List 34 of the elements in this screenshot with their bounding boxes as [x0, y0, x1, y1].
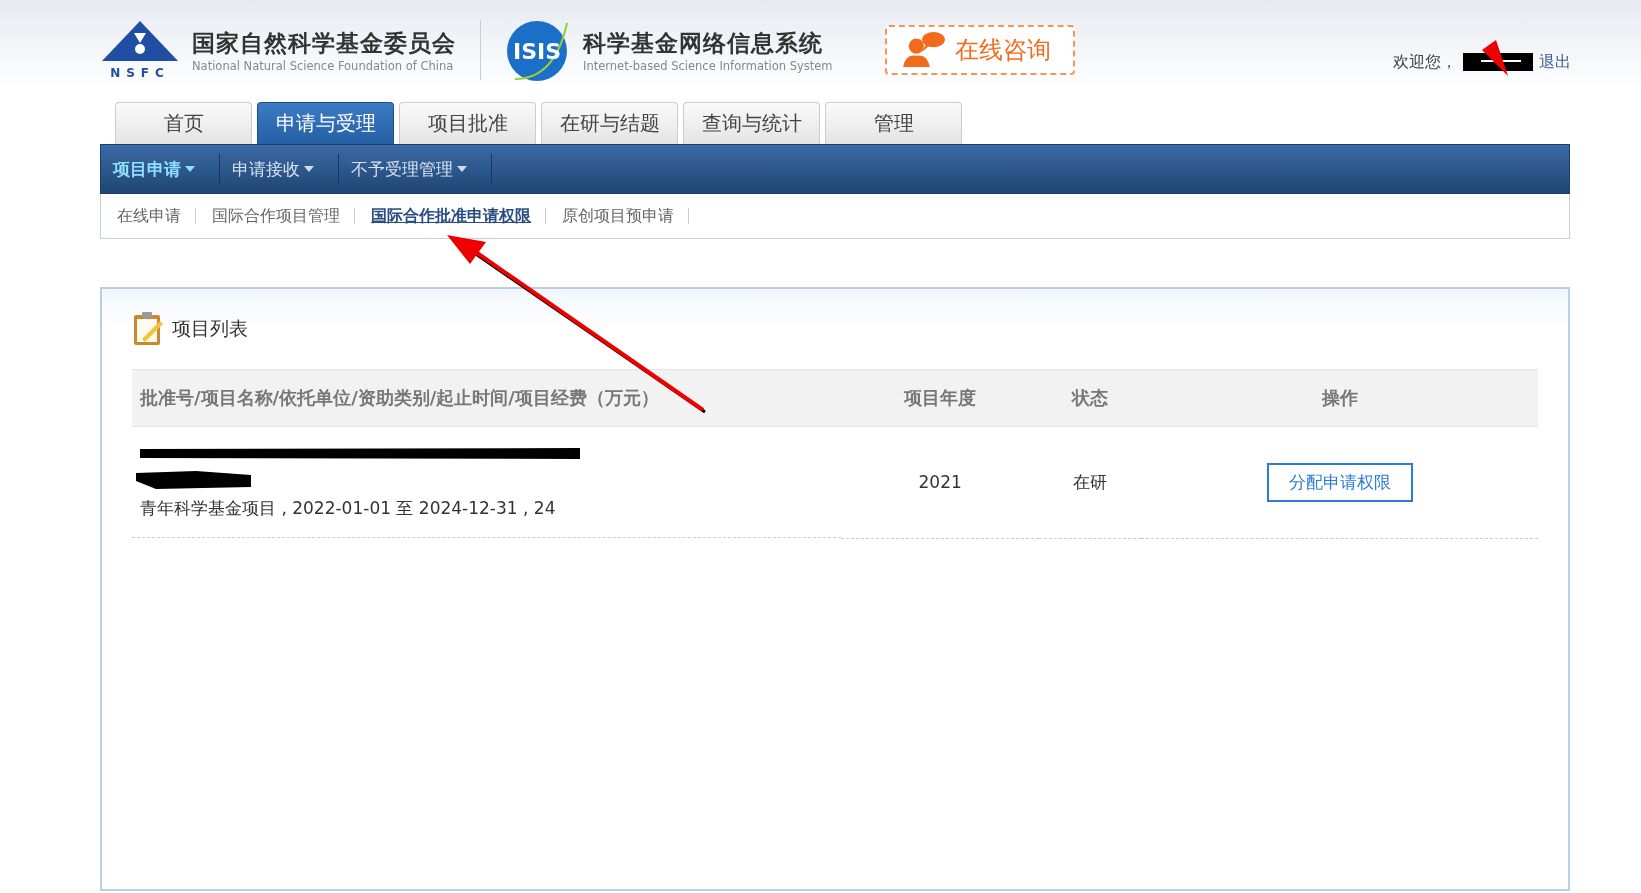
submenu-link[interactable]: 国际合作项目管理	[210, 205, 354, 227]
menu-item[interactable]: 项目申请	[101, 157, 219, 181]
org-name-english: National Natural Science Foundation of China	[192, 58, 455, 73]
column-header: 项目年度	[904, 387, 977, 408]
nav-tab[interactable]: 首页	[115, 102, 252, 144]
assign-permission-button[interactable]: 分配申请权限	[1266, 462, 1413, 502]
caret-icon	[185, 166, 195, 172]
nav-tab[interactable]: 查询与统计	[683, 102, 820, 144]
logout-link[interactable]: 退出	[1539, 51, 1571, 73]
nav-tab[interactable]: 管理	[825, 102, 962, 144]
system-name: 科学基金网络信息系统	[583, 28, 824, 58]
nav-tab[interactable]: 项目批准	[399, 102, 536, 144]
person-speech-icon	[900, 31, 947, 69]
panel-title: 项目列表	[172, 316, 248, 341]
column-header: 状态	[1072, 387, 1109, 408]
annotation-arrow	[1482, 40, 1508, 76]
column-header: 操作	[1321, 387, 1358, 408]
table-cell: 在研	[1073, 471, 1108, 492]
menu-item[interactable]: 不予受理管理	[339, 157, 491, 181]
welcome-text: 欢迎您，	[1393, 51, 1457, 73]
submenu-link[interactable]: 国际合作批准申请权限	[369, 205, 545, 227]
project-details: 青年科学基金项目 , 2022-01-01 至 2024-12-31 , 24	[140, 496, 557, 520]
menu-item[interactable]: 申请接收	[220, 157, 338, 181]
org-name: 国家自然科学基金委员会	[192, 28, 456, 58]
system-name-english: Internet-based Science Information System	[583, 58, 833, 73]
nav-tab[interactable]: 在研与结题	[541, 102, 678, 144]
clipboard-icon	[132, 311, 164, 347]
column-header: 批准号/项目名称/依托单位/资助类别/起止时间/项目经费（万元）	[140, 387, 659, 408]
submenu-link[interactable]: 在线申请	[115, 205, 195, 227]
caret-icon	[457, 166, 467, 172]
caret-icon	[304, 166, 314, 172]
submenu-link[interactable]: 原创项目预申请	[560, 205, 688, 227]
table-cell: 2021	[918, 472, 962, 493]
nav-tab[interactable]: 申请与受理	[257, 102, 394, 144]
